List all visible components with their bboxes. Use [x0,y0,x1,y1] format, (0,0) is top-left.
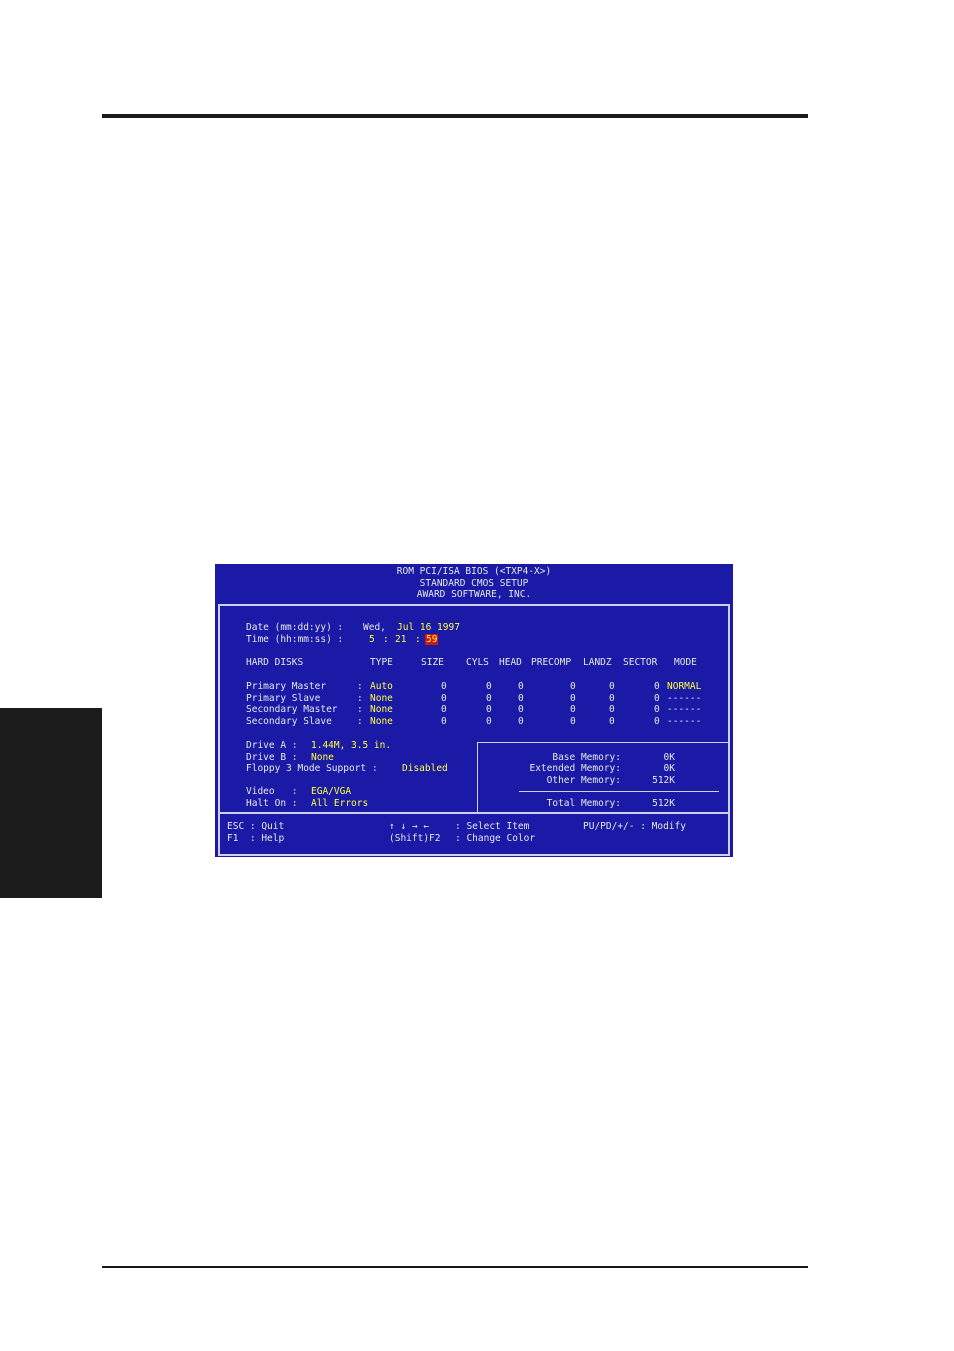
extended-memory-value: 0K [663,763,675,775]
vendor-name: AWARD SOFTWARE, INC. [416,589,532,601]
col-type: TYPE [370,657,393,668]
disk-type-field[interactable]: None [370,716,393,728]
disk-sector: 0 [654,716,660,728]
total-memory-value: 512K [652,797,675,809]
disk-size: 0 [441,716,447,728]
drive-b-label: Drive B : [246,751,298,763]
disk-name: Primary Master [246,681,327,692]
select-item-hint: : Select Item [455,821,530,832]
disk-sector: 0 [654,692,660,704]
page-rule-top [102,114,808,118]
drive-a-field[interactable]: 1.44M, 3.5 in. [311,740,391,752]
disk-sector: 0 [654,704,660,716]
disk-name: Secondary Master [246,704,338,716]
disk-sector: 0 [654,681,660,692]
disk-size: 0 [441,681,447,692]
drive-a-label: Drive A : [246,740,298,751]
base-memory-label: Base Memory: [552,751,621,763]
col-mode: MODE [674,657,697,668]
disk-landz: 0 [609,716,615,728]
disk-mode: ------ [667,716,702,728]
date-label: Date (mm:dd:yy) : [246,622,344,633]
disk-head: 0 [518,716,524,728]
disk-type-field[interactable]: None [370,704,393,716]
time-sep-1: : [383,633,389,645]
disk-mode: ------ [667,704,702,716]
disk-cyls: 0 [486,692,492,704]
date-field[interactable]: Jul 16 1997 [397,622,460,634]
disk-precomp: 0 [570,692,576,704]
disk-landz: 0 [609,681,615,692]
change-color-hint: : Change Color [455,832,536,844]
total-memory-label: Total Memory: [546,797,621,809]
halt-on-label: Halt On : [246,797,298,809]
disk-size: 0 [441,692,447,704]
disk-head: 0 [518,704,524,716]
disk-cyls: 0 [486,681,492,692]
disk-head: 0 [518,692,524,704]
bios-setup-screenshot: ROM PCI/ISA BIOS (<TXP4-X>) STANDARD CMO… [215,564,733,857]
shift-f2-key: (Shift)F2 [389,832,441,844]
drive-b-field[interactable]: None [311,752,334,764]
disk-size: 0 [441,704,447,716]
disk-precomp: 0 [570,681,576,692]
extended-memory-label: Extended Memory: [529,763,621,775]
modify-hint: PU/PD/+/- : Modify [583,821,686,832]
esc-quit-hint: ESC : Quit [227,821,285,832]
col-precomp: PRECOMP [531,657,572,668]
disk-landz: 0 [609,704,615,716]
chapter-side-tab [0,708,102,898]
disk-precomp: 0 [570,704,576,716]
disk-name: Secondary Slave [246,716,332,728]
time-minute-field[interactable]: 21 [395,634,406,646]
col-cyls: CYLS [466,657,489,668]
disk-cyls: 0 [486,716,492,728]
disk-cyls: 0 [486,704,492,716]
colon: : [357,681,363,692]
halt-on-field[interactable]: All Errors [311,798,368,810]
floppy-mode-field[interactable]: Disabled [402,763,448,775]
page-rule-bottom [102,1266,808,1268]
colon: : [357,716,363,728]
col-head: HEAD [499,657,522,668]
arrow-keys-icon: ↑ ↓ → ← [389,821,430,832]
disk-type-field[interactable]: None [370,693,393,705]
memory-separator [519,791,719,792]
col-hard-disks: HARD DISKS [246,657,304,668]
time-sep-2: : [415,633,421,645]
video-label: Video : [246,786,298,797]
col-sector: SECTOR [623,657,658,668]
time-label: Time (hh:mm:ss) : [246,633,344,645]
other-memory-label: Other Memory: [546,775,621,787]
other-memory-value: 512K [652,775,675,787]
disk-name: Primary Slave [246,692,321,704]
disk-mode-field[interactable]: NORMAL [667,681,701,693]
disk-type-field[interactable]: Auto [370,681,393,693]
disk-head: 0 [518,681,524,692]
setup-title: STANDARD CMOS SETUP [419,577,529,589]
time-hour-field[interactable]: 5 [369,634,375,646]
col-size: SIZE [421,657,444,668]
footer-separator [218,812,730,814]
floppy-mode-label: Floppy 3 Mode Support : [246,763,378,775]
disk-precomp: 0 [570,716,576,728]
bios-header: ROM PCI/ISA BIOS (<TXP4-X>) STANDARD CMO… [215,566,733,601]
colon: : [357,704,363,716]
colon: : [357,692,363,704]
f1-help-hint: F1 : Help [227,832,285,844]
base-memory-value: 0K [663,751,675,763]
time-second-field[interactable]: 59 [425,633,439,646]
date-weekday: Wed, [363,622,386,633]
disk-mode: ------ [667,692,702,704]
video-field[interactable]: EGA/VGA [311,786,351,798]
bios-title: ROM PCI/ISA BIOS (<TXP4-X>) [396,566,552,577]
col-landz: LANDZ [583,657,612,668]
disk-landz: 0 [609,692,615,704]
